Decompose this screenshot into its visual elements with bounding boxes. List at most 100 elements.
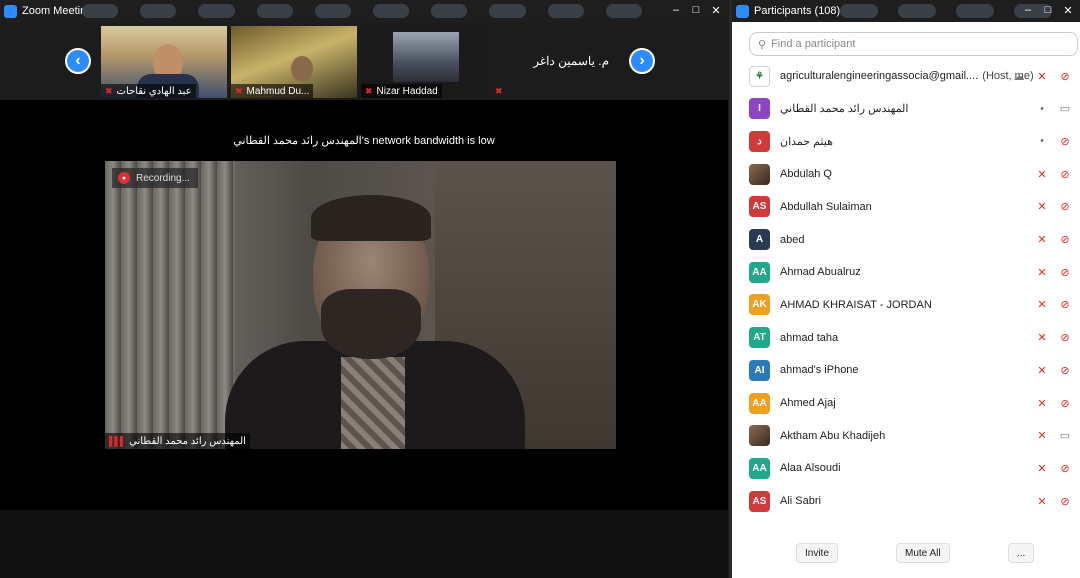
participant-row[interactable]: د هيثم حمدان • ⊘ <box>732 125 1080 157</box>
mic-muted-icon: ✖ <box>105 85 113 96</box>
mic-muted-icon[interactable]: ✕ <box>1035 233 1049 247</box>
invite-button[interactable]: Invite <box>796 543 838 563</box>
mic-muted-icon[interactable]: ✕ <box>1035 429 1049 443</box>
video-off-icon[interactable]: ⊘ <box>1058 265 1072 279</box>
prev-page-button[interactable]: ‹ <box>65 48 91 74</box>
participant-name: AHMAD KHRAISAT - JORDAN <box>780 299 932 311</box>
participant-row[interactable]: Aktham Abu Khadijeh ✕ ▭ <box>732 420 1080 452</box>
video-thumbnail[interactable]: م. ياسمين داغر ✖ <box>491 26 617 98</box>
maximize-icon[interactable]: □ <box>688 2 704 18</box>
mic-icon[interactable]: • <box>1035 102 1049 116</box>
participant-row[interactable]: AS Abdullah Sulaiman ✕ ⊘ <box>732 191 1080 223</box>
participant-name: Aktham Abu Khadijeh <box>780 430 885 442</box>
video-off-icon[interactable]: ⊘ <box>1058 461 1072 475</box>
zoom-logo-icon <box>736 4 749 18</box>
participant-status-icons: • ⊘ <box>1035 134 1072 148</box>
mic-muted-icon[interactable]: ✕ <box>1035 363 1049 377</box>
participant-row[interactable]: ⚘ agriculturalengineeringassocia@gmail...… <box>732 60 1080 92</box>
thumbnail-strip: ‹ ✖ عبد الهادي نقاحات ✖ Mahmud Du... ✖ N… <box>0 22 728 100</box>
avatar: AT <box>749 327 770 349</box>
next-page-button[interactable]: › <box>629 48 655 74</box>
video-icon[interactable]: ▭ <box>1058 429 1072 443</box>
participant-row[interactable]: Abdulah Q ✕ ⊘ <box>732 158 1080 190</box>
video-off-icon[interactable]: ⊘ <box>1058 69 1072 83</box>
participant-row[interactable]: Aabed ✕ ⊘ <box>732 224 1080 256</box>
close-icon[interactable]: ✕ <box>1060 2 1076 18</box>
avatar: AA <box>749 261 770 283</box>
video-thumbnail[interactable]: ✖ عبد الهادي نقاحات <box>101 26 227 98</box>
active-speaker-video[interactable]: ● Recording... ▌▌▌ المهندس رائد محمد الق… <box>105 161 616 449</box>
search-placeholder: Find a participant <box>771 38 856 50</box>
participant-row[interactable]: I المهندس رائد محمد القطاني • ▭ <box>732 93 1080 125</box>
close-icon[interactable]: ✕ <box>708 2 724 18</box>
window-controls: – □ ✕ <box>1020 2 1076 18</box>
participant-row[interactable]: AT ahmad taha ✕ ⊘ <box>732 322 1080 354</box>
participants-panel: Participants (108) – □ ✕ ⚲ Find a partic… <box>729 0 1080 578</box>
mic-muted-icon[interactable]: ✕ <box>1035 265 1049 279</box>
speaker-name: المهندس رائد محمد القطاني <box>129 435 246 447</box>
video-thumbnail[interactable]: ✖ Nizar Haddad <box>361 26 487 98</box>
video-off-icon[interactable]: ⊘ <box>1058 134 1072 148</box>
participant-name: agriculturalengineeringassocia@gmail....… <box>780 70 1034 82</box>
participant-row[interactable]: AA Alaa Alsoudi ✕ ⊘ <box>732 452 1080 484</box>
video-thumbnail[interactable]: ✖ Mahmud Du... <box>231 26 357 98</box>
video-off-icon[interactable]: ⊘ <box>1058 200 1072 214</box>
avatar: AS <box>749 490 770 512</box>
recording-label: Recording... <box>136 172 190 184</box>
participants-titlebar: Participants (108) – □ ✕ <box>732 0 1080 22</box>
video-off-icon[interactable]: ⊘ <box>1058 396 1072 410</box>
mute-all-button[interactable]: Mute All <box>896 543 950 563</box>
participant-name-text: ahmad's iPhone <box>780 364 859 377</box>
participant-name: هيثم حمدان <box>780 135 833 148</box>
participant-status-icons: ✕ ⊘ <box>1035 494 1072 508</box>
participant-name: المهندس رائد محمد القطاني <box>780 102 908 115</box>
participant-status-icons: ✕ ⊘ <box>1035 167 1072 181</box>
participant-search-input[interactable]: ⚲ Find a participant <box>749 32 1078 56</box>
participant-name: Ahmed Ajaj <box>780 397 836 409</box>
maximize-icon[interactable]: □ <box>1040 2 1056 18</box>
participant-name: ahmad taha <box>780 332 838 344</box>
mic-muted-icon[interactable]: ✕ <box>1035 331 1049 345</box>
participant-name-text: Abdulah Q <box>780 168 832 181</box>
video-off-icon[interactable]: ⊘ <box>1058 298 1072 312</box>
mic-muted-icon[interactable]: ✕ <box>1035 69 1049 83</box>
mic-muted-icon[interactable]: ✕ <box>1035 167 1049 181</box>
bandwidth-notice: المهندس رائد محمد القطاني's network band… <box>233 135 495 147</box>
video-off-icon[interactable]: ⊘ <box>1058 363 1072 377</box>
more-options-button[interactable]: ... <box>1008 543 1035 563</box>
participant-name-text: abed <box>780 233 805 246</box>
participant-list[interactable]: ⚘ agriculturalengineeringassocia@gmail...… <box>732 60 1080 529</box>
video-off-icon[interactable]: ⊘ <box>1058 331 1072 345</box>
mic-muted-icon[interactable]: ✕ <box>1035 461 1049 475</box>
participant-row[interactable]: AS Ali Sabri ✕ ⊘ <box>732 485 1080 517</box>
participant-row[interactable]: AK AHMAD KHRAISAT - JORDAN ✕ ⊘ <box>732 289 1080 321</box>
avatar <box>749 425 770 447</box>
minimize-icon[interactable]: – <box>1020 2 1036 18</box>
video-icon[interactable]: ▭ <box>1058 102 1072 116</box>
thumbnail-label: ✖ Nizar Haddad <box>361 84 442 98</box>
video-off-icon[interactable]: ⊘ <box>1058 494 1072 508</box>
mic-muted-icon[interactable]: ✕ <box>1035 396 1049 410</box>
participant-status-icons: ✕ ⊘ <box>1035 233 1072 247</box>
minimize-icon[interactable]: – <box>668 2 684 18</box>
avatar: AI <box>749 359 770 381</box>
participant-status-icons: ✕ ⊘ <box>1035 461 1072 475</box>
avatar: د <box>749 130 770 152</box>
mic-muted-icon[interactable]: ✕ <box>1035 494 1049 508</box>
participant-status-icons: ✕ ▭ <box>1035 429 1072 443</box>
participant-name-text: agriculturalengineeringassocia@gmail.... <box>780 70 979 82</box>
participant-name: ahmad's iPhone <box>780 364 859 376</box>
mic-muted-icon[interactable]: ✕ <box>1035 200 1049 214</box>
participant-name: Ali Sabri <box>780 495 821 507</box>
video-off-icon[interactable]: ⊘ <box>1058 167 1072 181</box>
video-off-icon[interactable]: ⊘ <box>1058 233 1072 247</box>
mic-muted-icon[interactable]: ✕ <box>1035 298 1049 312</box>
mic-icon[interactable]: • <box>1035 134 1049 148</box>
participant-name-text: AHMAD KHRAISAT - JORDAN <box>780 298 932 311</box>
signal-bars-icon: ▌▌▌ <box>109 436 126 446</box>
participants-footer: Invite Mute All ... <box>732 534 1080 574</box>
participant-row[interactable]: AI ahmad's iPhone ✕ ⊘ <box>732 354 1080 386</box>
participant-row[interactable]: AA Ahmad Abualruz ✕ ⊘ <box>732 256 1080 288</box>
recording-indicator[interactable]: ● Recording... <box>112 168 198 188</box>
participant-row[interactable]: AA Ahmed Ajaj ✕ ⊘ <box>732 387 1080 419</box>
